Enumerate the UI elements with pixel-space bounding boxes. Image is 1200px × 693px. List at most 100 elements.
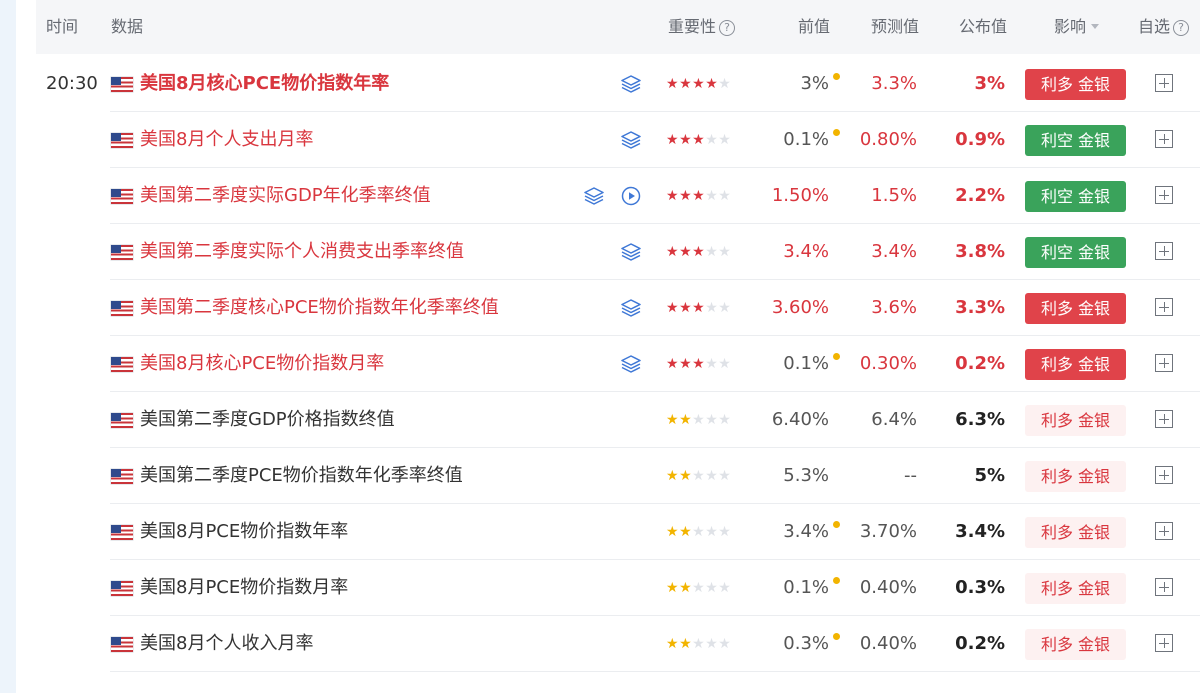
table-row[interactable]: 20:30 美国8月核心PCE物价指数年率 ★★★★★ 3% 3.3% 3% 利多 金银 bbox=[36, 56, 1200, 112]
forecast-value: 1.5% bbox=[871, 185, 917, 206]
forecast-value: 0.30% bbox=[859, 353, 917, 374]
indicator-name[interactable]: 美国8月PCE物价指数月率 bbox=[140, 560, 348, 616]
table-row[interactable]: 美国第二季度实际个人消费支出季率终值 ★★★★★ 3.4% 3.4% 3.8% 利空 金银 bbox=[36, 224, 1200, 280]
impact-badge: 利空 金银 bbox=[1025, 237, 1126, 268]
table-row[interactable]: 美国第二季度PCE物价指数年化季率终值 ★★★★★ 5.3% -- 5% 利多 金银 bbox=[36, 448, 1200, 504]
previous-value: 0.1% bbox=[783, 577, 829, 598]
star-filled-icon: ★ bbox=[666, 580, 680, 596]
actual-value: 3% bbox=[974, 73, 1005, 94]
actual-value: 5% bbox=[974, 465, 1005, 486]
us-flag-icon bbox=[111, 357, 133, 372]
add-to-watchlist-icon[interactable] bbox=[1155, 130, 1173, 148]
layers-icon[interactable] bbox=[621, 243, 641, 261]
indicator-name[interactable]: 美国8月核心PCE物价指数年率 bbox=[140, 56, 389, 112]
table-row[interactable]: 美国8月核心PCE物价指数月率 ★★★★★ 0.1% 0.30% 0.2% 利多 金银 bbox=[36, 336, 1200, 392]
forecast-value: 0.40% bbox=[859, 577, 917, 598]
star-empty-icon: ★ bbox=[718, 580, 732, 596]
previous-value: 3.4% bbox=[783, 521, 829, 542]
star-filled-icon: ★ bbox=[679, 468, 693, 484]
add-to-watchlist-icon[interactable] bbox=[1155, 466, 1173, 484]
table-row[interactable]: 美国8月个人支出月率 ★★★★★ 0.1% 0.80% 0.9% 利空 金银 bbox=[36, 112, 1200, 168]
impact-badge: 利多 金银 bbox=[1025, 517, 1126, 548]
header-actual: 公布值 bbox=[959, 17, 1008, 36]
layers-icon[interactable] bbox=[621, 75, 641, 93]
table-row[interactable]: 美国第二季度核心PCE物价指数年化季率终值 ★★★★★ 3.60% 3.6% 3.3% 利… bbox=[36, 280, 1200, 336]
star-filled-icon: ★ bbox=[679, 300, 693, 316]
indicator-name[interactable]: 美国8月个人收入月率 bbox=[140, 616, 313, 672]
us-flag-icon bbox=[111, 189, 133, 204]
star-empty-icon: ★ bbox=[705, 524, 719, 540]
us-flag-icon bbox=[111, 301, 133, 316]
star-filled-icon: ★ bbox=[679, 356, 693, 372]
indicator-name[interactable]: 美国8月PCE物价指数年率 bbox=[140, 504, 348, 560]
us-flag-icon bbox=[111, 77, 133, 92]
star-filled-icon: ★ bbox=[692, 300, 706, 316]
header-importance-label: 重要性 bbox=[668, 17, 717, 36]
layers-icon[interactable] bbox=[621, 355, 641, 373]
indicator-name[interactable]: 美国第二季度PCE物价指数年化季率终值 bbox=[140, 448, 463, 504]
us-flag-icon bbox=[111, 637, 133, 652]
indicator-name[interactable]: 美国第二季度实际个人消费支出季率终值 bbox=[140, 224, 464, 280]
header-forecast: 预测值 bbox=[871, 17, 920, 36]
actual-value: 2.2% bbox=[955, 185, 1005, 206]
star-empty-icon: ★ bbox=[692, 636, 706, 652]
star-filled-icon: ★ bbox=[666, 244, 680, 260]
play-icon[interactable] bbox=[621, 186, 641, 206]
indicator-name[interactable]: 美国第二季度实际GDP年化季率终值 bbox=[140, 168, 431, 224]
help-icon[interactable]: ? bbox=[719, 20, 736, 36]
star-filled-icon: ★ bbox=[666, 188, 680, 204]
previous-value: 3.60% bbox=[771, 297, 829, 318]
header-time: 时间 bbox=[46, 17, 79, 36]
add-to-watchlist-icon[interactable] bbox=[1155, 298, 1173, 316]
impact-badge: 利多 金银 bbox=[1025, 349, 1126, 380]
star-filled-icon: ★ bbox=[666, 356, 680, 372]
add-to-watchlist-icon[interactable] bbox=[1155, 410, 1173, 428]
indicator-name[interactable]: 美国8月核心PCE物价指数月率 bbox=[140, 336, 384, 392]
help-icon[interactable]: ? bbox=[1173, 20, 1190, 36]
table-row[interactable]: 美国8月PCE物价指数月率 ★★★★★ 0.1% 0.40% 0.3% 利多 金银 bbox=[36, 560, 1200, 616]
star-empty-icon: ★ bbox=[718, 412, 732, 428]
star-empty-icon: ★ bbox=[692, 468, 706, 484]
table-row[interactable]: 美国第二季度实际GDP年化季率终值 ★★★★★ 1.50% 1.5% 2.2% 利空 金银 bbox=[36, 168, 1200, 224]
star-filled-icon: ★ bbox=[679, 412, 693, 428]
add-to-watchlist-icon[interactable] bbox=[1155, 74, 1173, 92]
indicator-name[interactable]: 美国第二季度GDP价格指数终值 bbox=[140, 392, 395, 448]
impact-badge: 利多 金银 bbox=[1025, 293, 1126, 324]
sort-caret-icon[interactable] bbox=[1091, 24, 1100, 29]
importance-stars: ★★★★★ bbox=[666, 224, 731, 280]
layers-icon[interactable] bbox=[584, 187, 604, 205]
indicator-name[interactable]: 美国8月个人支出月率 bbox=[140, 112, 313, 168]
us-flag-icon bbox=[111, 133, 133, 148]
header-impact-label: 影响 bbox=[1054, 17, 1087, 36]
previous-value: 3% bbox=[800, 73, 829, 94]
add-to-watchlist-icon[interactable] bbox=[1155, 186, 1173, 204]
add-to-watchlist-icon[interactable] bbox=[1155, 242, 1173, 260]
star-filled-icon: ★ bbox=[666, 468, 680, 484]
actual-value: 0.3% bbox=[955, 577, 1005, 598]
table-header: 时间 数据 重要性? 前值 预测值 公布值 影响 自选? bbox=[36, 0, 1200, 54]
header-importance: 重要性? bbox=[668, 0, 736, 54]
header-watchlist-label: 自选 bbox=[1138, 17, 1171, 36]
star-empty-icon: ★ bbox=[718, 132, 732, 148]
table-row[interactable]: 美国8月PCE物价指数年率 ★★★★★ 3.4% 3.70% 3.4% 利多 金银 bbox=[36, 504, 1200, 560]
economic-calendar-table: 时间 数据 重要性? 前值 预测值 公布值 影响 自选? 20:30 美国8月核心… bbox=[36, 0, 1200, 693]
importance-stars: ★★★★★ bbox=[666, 168, 731, 224]
indicator-name[interactable]: 美国第二季度核心PCE物价指数年化季率终值 bbox=[140, 280, 499, 336]
release-time: 20:30 bbox=[46, 73, 98, 94]
star-empty-icon: ★ bbox=[718, 356, 732, 372]
star-filled-icon: ★ bbox=[679, 636, 693, 652]
star-empty-icon: ★ bbox=[705, 468, 719, 484]
previous-value: 3.4% bbox=[783, 241, 829, 262]
forecast-value: 0.80% bbox=[859, 129, 917, 150]
layers-icon[interactable] bbox=[621, 131, 641, 149]
add-to-watchlist-icon[interactable] bbox=[1155, 522, 1173, 540]
add-to-watchlist-icon[interactable] bbox=[1155, 578, 1173, 596]
add-to-watchlist-icon[interactable] bbox=[1155, 354, 1173, 372]
add-to-watchlist-icon[interactable] bbox=[1155, 634, 1173, 652]
table-row[interactable]: 美国第二季度GDP价格指数终值 ★★★★★ 6.40% 6.4% 6.3% 利多 金银 bbox=[36, 392, 1200, 448]
header-impact[interactable]: 影响 bbox=[1054, 0, 1100, 54]
layers-icon[interactable] bbox=[621, 299, 641, 317]
previous-value: 0.3% bbox=[783, 633, 829, 654]
forecast-value: 3.70% bbox=[859, 521, 917, 542]
table-row[interactable]: 美国8月个人收入月率 ★★★★★ 0.3% 0.40% 0.2% 利多 金银 bbox=[36, 616, 1200, 672]
